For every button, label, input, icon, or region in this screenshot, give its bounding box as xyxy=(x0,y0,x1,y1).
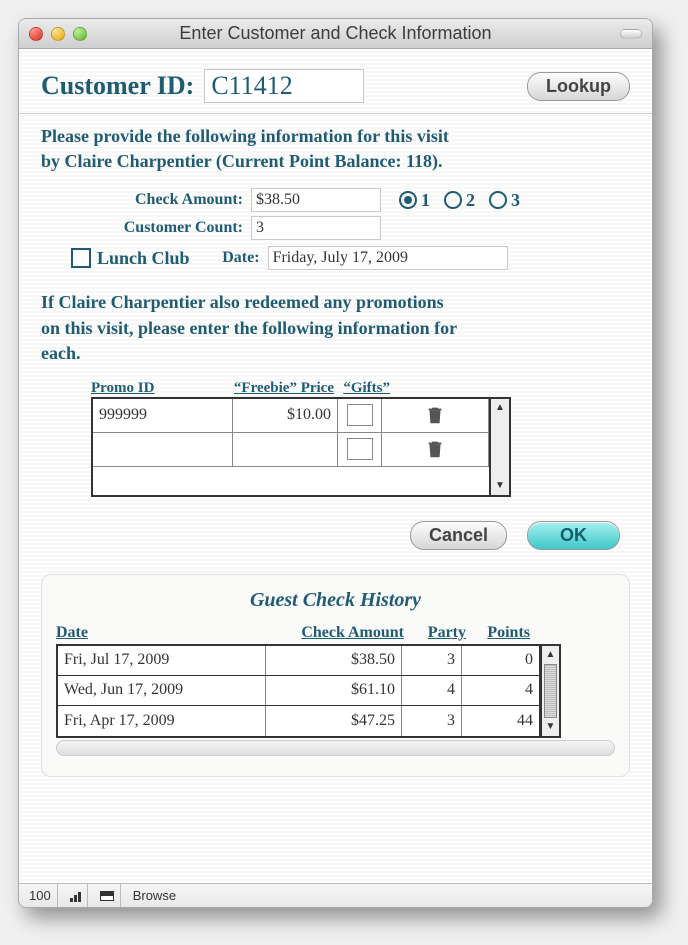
zoom-icon[interactable] xyxy=(73,27,87,41)
visit-instruction: Please provide the following information… xyxy=(41,124,630,174)
app-window: Enter Customer and Check Information Cus… xyxy=(18,18,653,908)
promo-instruction: If Claire Charpentier also redeemed any … xyxy=(41,290,630,366)
visit-line-1: Please provide the following information… xyxy=(41,126,449,146)
traffic-lights xyxy=(29,27,87,41)
lunch-club-checkbox[interactable] xyxy=(71,248,91,268)
close-icon[interactable] xyxy=(29,27,43,41)
mode-label: Browse xyxy=(127,888,176,903)
promo-row[interactable] xyxy=(93,433,489,467)
promo-id-cell[interactable] xyxy=(93,433,233,466)
check-amount-input[interactable] xyxy=(251,188,381,212)
promo-price-cell[interactable]: $10.00 xyxy=(233,399,338,432)
scroll-up-icon[interactable]: ▲ xyxy=(491,399,509,417)
customer-id-label: Customer ID: xyxy=(41,71,194,101)
hist-date: Fri, Jul 17, 2009 xyxy=(58,646,266,675)
history-header-date: Date xyxy=(56,624,266,642)
hist-points: 4 xyxy=(462,676,539,705)
history-title: Guest Check History xyxy=(56,589,615,612)
history-card: Guest Check History Date Check Amount Pa… xyxy=(41,574,630,777)
hist-points: 44 xyxy=(462,706,539,736)
hist-amount: $38.50 xyxy=(266,646,402,675)
history-row[interactable]: Fri, Apr 17, 2009 $47.25 3 44 xyxy=(58,706,539,736)
trash-icon[interactable] xyxy=(424,403,446,427)
hist-points: 0 xyxy=(462,646,539,675)
history-header-party: Party xyxy=(404,624,466,642)
scroll-up-icon[interactable]: ▲ xyxy=(542,646,559,664)
history-footer-bar xyxy=(56,740,615,756)
history-scrollbar[interactable]: ▲ ▼ xyxy=(541,644,561,738)
radio-2-label: 2 xyxy=(466,190,475,211)
promo-line-1: If Claire Charpentier also redeemed any … xyxy=(41,292,444,312)
radio-3-label: 3 xyxy=(511,190,520,211)
trash-icon[interactable] xyxy=(424,437,446,461)
radio-2[interactable] xyxy=(444,191,462,209)
history-row[interactable]: Wed, Jun 17, 2009 $61.10 4 4 xyxy=(58,676,539,706)
radio-3[interactable] xyxy=(489,191,507,209)
cancel-button[interactable]: Cancel xyxy=(410,521,507,550)
customer-count-label: Customer Count: xyxy=(41,219,251,237)
promo-gifts-cell[interactable] xyxy=(338,399,382,432)
history-header-amount: Check Amount xyxy=(266,624,404,642)
promo-header-gifts: “Gifts” xyxy=(340,380,390,397)
history-headers: Date Check Amount Party Points xyxy=(56,624,615,642)
scroll-thumb[interactable] xyxy=(544,664,557,718)
promo-price-cell[interactable] xyxy=(233,433,338,466)
radio-1[interactable] xyxy=(399,191,417,209)
promo-header-price: “Freebie” Price xyxy=(231,380,334,397)
title-bar: Enter Customer and Check Information xyxy=(19,19,652,49)
hist-date: Wed, Jun 17, 2009 xyxy=(58,676,266,705)
hist-amount: $61.10 xyxy=(266,676,402,705)
promo-row-empty xyxy=(93,467,489,495)
hist-party: 3 xyxy=(402,646,462,675)
promo-row[interactable]: 999999 $10.00 xyxy=(93,399,489,433)
history-table: Fri, Jul 17, 2009 $38.50 3 0 Wed, Jun 17… xyxy=(56,644,561,738)
radio-group: 1 2 3 xyxy=(399,190,520,211)
promo-id-cell[interactable]: 999999 xyxy=(93,399,233,432)
radio-1-label: 1 xyxy=(421,190,430,211)
view-list-icon[interactable] xyxy=(94,884,121,907)
pill-icon[interactable] xyxy=(620,29,642,39)
promo-delete-cell[interactable] xyxy=(382,433,489,466)
divider xyxy=(19,113,652,114)
history-header-points: Points xyxy=(466,624,530,642)
status-bar: 100 Browse xyxy=(19,883,652,907)
window-title: Enter Customer and Check Information xyxy=(19,23,652,44)
customer-count-input[interactable] xyxy=(251,216,381,240)
date-input[interactable] xyxy=(268,246,508,270)
minimize-icon[interactable] xyxy=(51,27,65,41)
customer-id-input[interactable] xyxy=(204,69,364,103)
lunch-club-label: Lunch Club xyxy=(97,248,190,269)
lookup-button[interactable]: Lookup xyxy=(527,72,630,101)
promo-gifts-cell[interactable] xyxy=(338,433,382,466)
visit-line-2: by Claire Charpentier (Current Point Bal… xyxy=(41,151,442,171)
promo-header-id: Promo ID xyxy=(91,380,231,397)
date-label: Date: xyxy=(190,249,268,267)
view-small-icon[interactable] xyxy=(64,884,88,907)
content-area: Customer ID: Lookup Please provide the f… xyxy=(19,49,652,883)
promo-delete-cell[interactable] xyxy=(382,399,489,432)
ok-button[interactable]: OK xyxy=(527,521,620,550)
scroll-down-icon[interactable]: ▼ xyxy=(542,718,559,736)
scroll-down-icon[interactable]: ▼ xyxy=(491,477,509,495)
hist-party: 3 xyxy=(402,706,462,736)
promo-table: 999999 $10.00 ▲ ▼ xyxy=(91,397,511,497)
hist-date: Fri, Apr 17, 2009 xyxy=(58,706,266,736)
zoom-level[interactable]: 100 xyxy=(23,884,58,907)
promo-headers: Promo ID “Freebie” Price “Gifts” xyxy=(91,380,630,397)
scroll-track[interactable] xyxy=(491,417,509,477)
history-row[interactable]: Fri, Jul 17, 2009 $38.50 3 0 xyxy=(58,646,539,676)
hist-party: 4 xyxy=(402,676,462,705)
promo-line-2: on this visit, please enter the followin… xyxy=(41,318,457,338)
promo-scrollbar[interactable]: ▲ ▼ xyxy=(489,399,509,495)
check-amount-label: Check Amount: xyxy=(41,191,251,209)
action-row: Cancel OK xyxy=(41,521,620,550)
hist-amount: $47.25 xyxy=(266,706,402,736)
promo-line-3: each. xyxy=(41,343,81,363)
